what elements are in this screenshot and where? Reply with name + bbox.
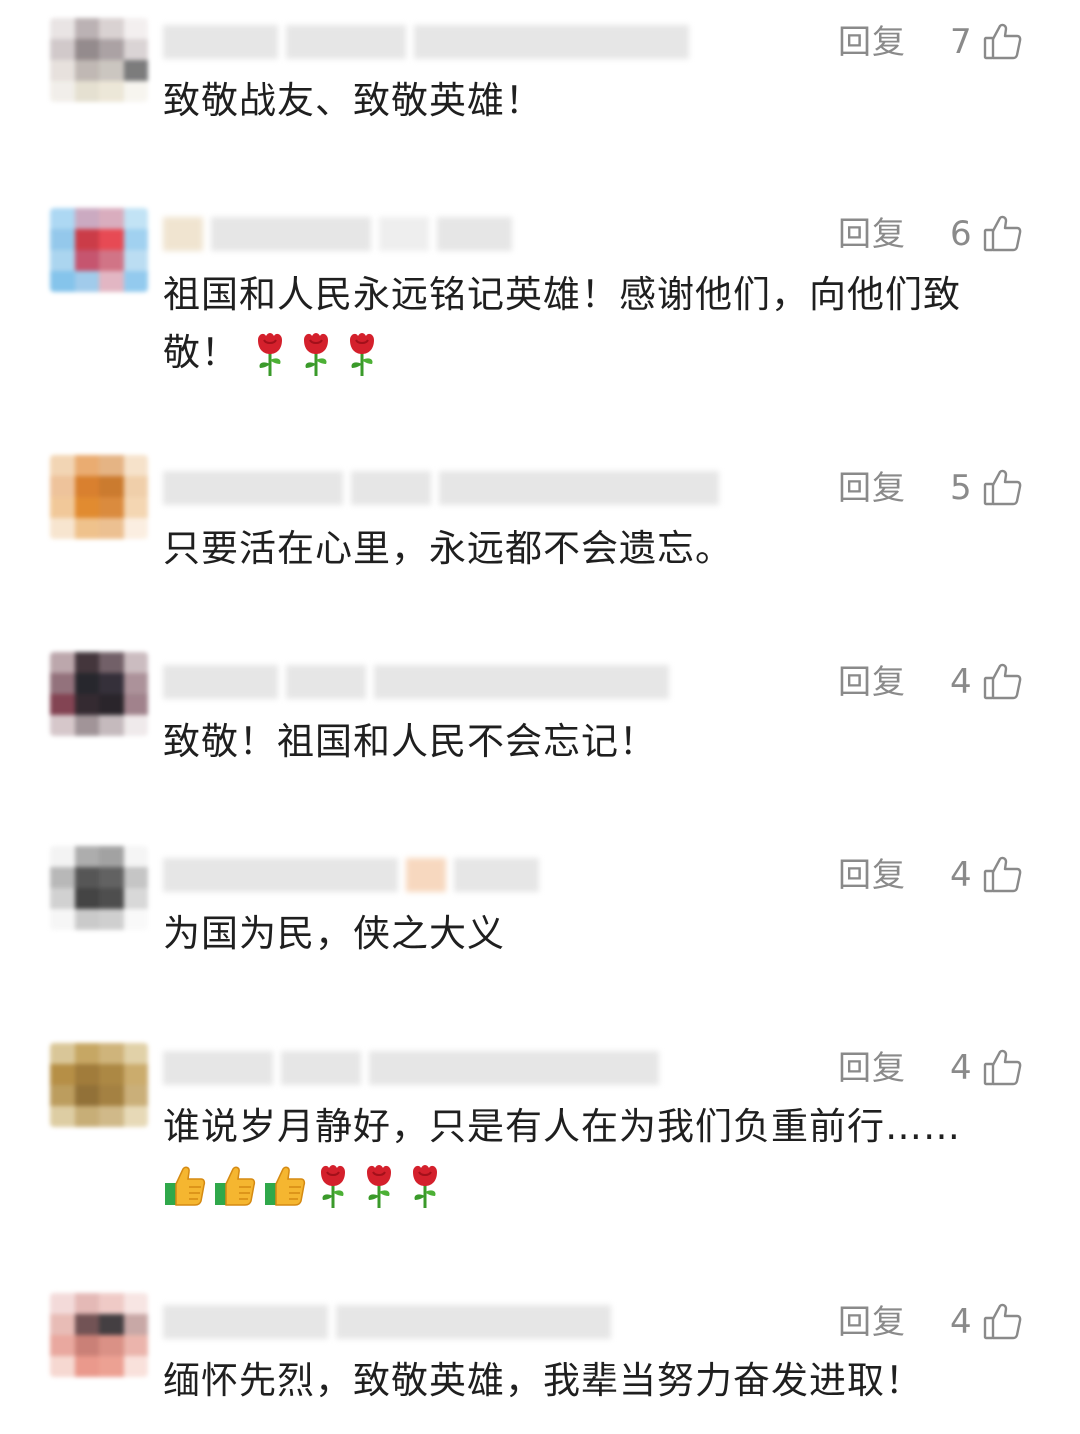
like-count: 4	[950, 1302, 972, 1342]
like-count: 4	[950, 855, 972, 895]
emoji-row	[163, 1162, 445, 1210]
reply-button[interactable]: 回复	[838, 1302, 906, 1342]
thumbs-up-outline-icon[interactable]	[982, 1302, 1022, 1342]
reply-button[interactable]: 回复	[838, 1048, 906, 1088]
emoji-row	[250, 330, 382, 378]
reply-button[interactable]: 回复	[838, 855, 906, 895]
comment-text: 致敬战友、致敬英雄！	[163, 79, 543, 122]
username-blurred[interactable]	[163, 1048, 659, 1088]
like-count: 4	[950, 1048, 972, 1088]
rose-emoji-icon	[321, 1165, 345, 1208]
avatar[interactable]	[50, 18, 148, 102]
username-blurred[interactable]	[163, 855, 539, 895]
reply-button[interactable]: 回复	[838, 22, 906, 62]
like-count: 5	[950, 468, 972, 508]
comment-text: 谁说岁月静好，只是有人在为我们负重前行……	[163, 1105, 961, 1148]
avatar[interactable]	[50, 1043, 148, 1127]
avatar[interactable]	[50, 846, 148, 930]
username-blurred[interactable]	[163, 22, 689, 62]
thumbs-up-emoji-icon	[165, 1166, 206, 1206]
thumbs-up-outline-icon[interactable]	[982, 855, 1022, 895]
thumbs-up-emoji-icon	[265, 1166, 306, 1206]
thumbs-up-outline-icon[interactable]	[982, 22, 1022, 62]
thumbs-up-outline-icon[interactable]	[982, 468, 1022, 508]
avatar[interactable]	[50, 1293, 148, 1377]
avatar[interactable]	[50, 652, 148, 736]
comment-text: 为国为民，侠之大义	[163, 912, 505, 955]
rose-emoji-icon	[304, 333, 328, 376]
thumbs-up-outline-icon[interactable]	[982, 1048, 1022, 1088]
thumbs-up-outline-icon[interactable]	[982, 662, 1022, 702]
comment-text: 致敬！祖国和人民不会忘记！	[163, 720, 657, 763]
rose-emoji-icon	[350, 333, 374, 376]
username-blurred[interactable]	[163, 662, 669, 702]
reply-button[interactable]: 回复	[838, 468, 906, 508]
thumbs-up-emoji-icon	[215, 1166, 256, 1206]
username-blurred[interactable]	[163, 1302, 611, 1342]
comment-text: 只要活在心里，永远都不会遗忘。	[163, 527, 733, 570]
comment-text-continued: 敬！	[163, 331, 239, 374]
reply-button[interactable]: 回复	[838, 214, 906, 254]
like-count: 7	[950, 22, 972, 62]
like-count: 4	[950, 662, 972, 702]
thumbs-up-outline-icon[interactable]	[982, 214, 1022, 254]
rose-emoji-icon	[367, 1165, 391, 1208]
username-blurred[interactable]	[163, 214, 512, 254]
reply-button[interactable]: 回复	[838, 662, 906, 702]
comment-text-line2: 敬！	[163, 326, 239, 380]
rose-emoji-icon	[413, 1165, 437, 1208]
username-blurred[interactable]	[163, 468, 719, 508]
rose-emoji-icon	[258, 333, 282, 376]
like-count: 6	[950, 214, 972, 254]
comment-text: 祖国和人民永远铭记英雄！感谢他们，向他们致	[163, 273, 961, 316]
avatar[interactable]	[50, 208, 148, 292]
avatar[interactable]	[50, 455, 148, 539]
comment-text: 缅怀先烈，致敬英雄，我辈当努力奋发进取！	[163, 1359, 923, 1402]
